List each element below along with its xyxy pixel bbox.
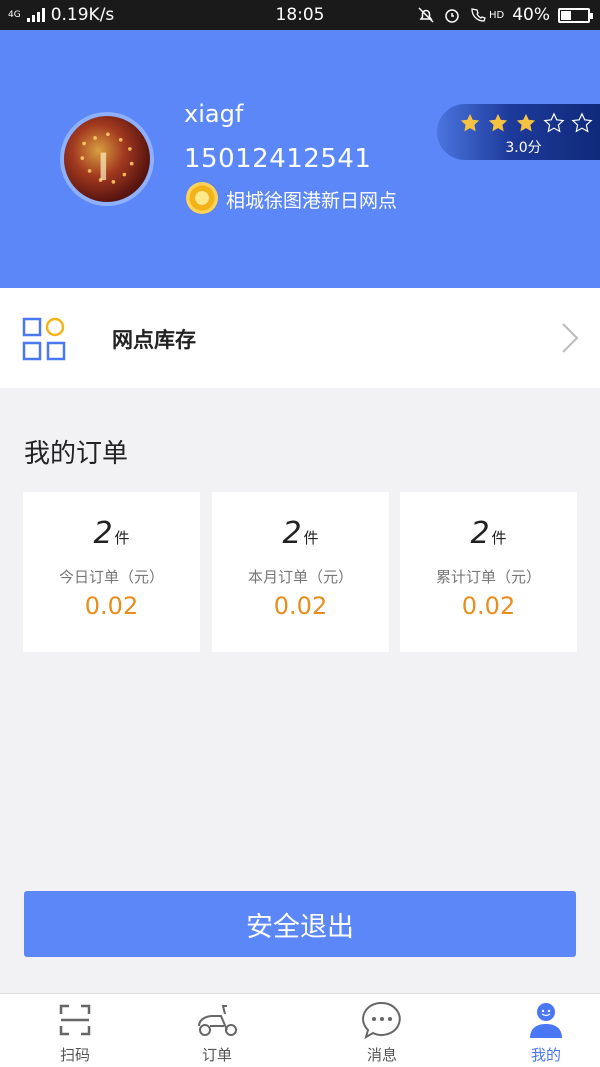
logout-button[interactable]: 安全退出: [24, 891, 576, 957]
hd-call-icon: [471, 8, 486, 22]
star-filled-icon: [516, 113, 536, 132]
tab-label: 扫码: [59, 1046, 90, 1064]
order-amount: 0.02: [273, 592, 328, 620]
order-label: 累计订单（元）: [435, 568, 541, 586]
order-card-today[interactable]: 2件 今日订单（元） 0.02: [23, 492, 200, 652]
tab-scan[interactable]: 扫码: [0, 994, 150, 1067]
tab-orders[interactable]: 订单: [142, 994, 292, 1067]
chat-icon: [362, 1001, 401, 1040]
tab-bar: 扫码 订单 消息 我的: [0, 993, 600, 1067]
order-label: 本月订单（元）: [247, 568, 353, 586]
order-amount: 0.02: [84, 592, 139, 620]
rating-score: 3.0分: [505, 140, 542, 156]
star-empty-icon: [571, 112, 593, 133]
scooter-icon: [198, 1005, 237, 1036]
status-bar: 4G 0.19K/s 18:05 HD 40%: [0, 0, 600, 30]
battery-percent: 40%: [512, 5, 550, 25]
tab-me[interactable]: 我的: [471, 994, 600, 1067]
hd-label: HD: [488, 9, 505, 21]
order-unit: 件: [491, 529, 507, 547]
order-card-month[interactable]: 2件 本月订单（元） 0.02: [212, 492, 389, 652]
order-unit: 件: [114, 529, 130, 547]
tab-messages[interactable]: 消息: [307, 994, 457, 1067]
order-card-total[interactable]: 2件 累计订单（元） 0.02: [400, 492, 577, 652]
inventory-row[interactable]: 网点库存: [0, 288, 600, 388]
username: xiagf: [184, 100, 244, 128]
order-label: 今日订单（元）: [58, 568, 164, 586]
site-name: 相城徐图港新日网点: [226, 190, 398, 212]
inventory-label: 网点库存: [112, 328, 196, 352]
mute-bell-icon: [418, 7, 434, 23]
chevron-right-icon: [562, 323, 579, 353]
star-empty-icon: [543, 112, 565, 133]
alarm-icon: [445, 9, 459, 23]
avatar[interactable]: [60, 112, 154, 206]
orders-title: 我的订单: [24, 439, 129, 469]
battery-icon: [558, 7, 593, 23]
rating-badge: 3.0分: [437, 104, 600, 160]
tab-label: 订单: [201, 1046, 232, 1064]
order-unit: 件: [303, 529, 319, 547]
star-filled-icon: [488, 113, 508, 132]
user-icon: [530, 1003, 562, 1038]
order-count: 2: [282, 516, 302, 551]
order-count: 2: [93, 516, 113, 551]
phone-number: 15012412541: [184, 144, 372, 174]
grid-icon: [22, 317, 66, 361]
coin-icon: [186, 182, 218, 214]
order-amount: 0.02: [461, 592, 516, 620]
scan-icon: [59, 1004, 91, 1036]
tab-label: 我的: [530, 1046, 561, 1064]
rating-stars: [459, 112, 593, 134]
star-filled-icon: [460, 113, 480, 132]
order-count: 2: [470, 516, 490, 551]
tab-label: 消息: [366, 1046, 397, 1064]
profile-header: xiagf 15012412541 相城徐图港新日网点 3.0分: [0, 30, 600, 288]
